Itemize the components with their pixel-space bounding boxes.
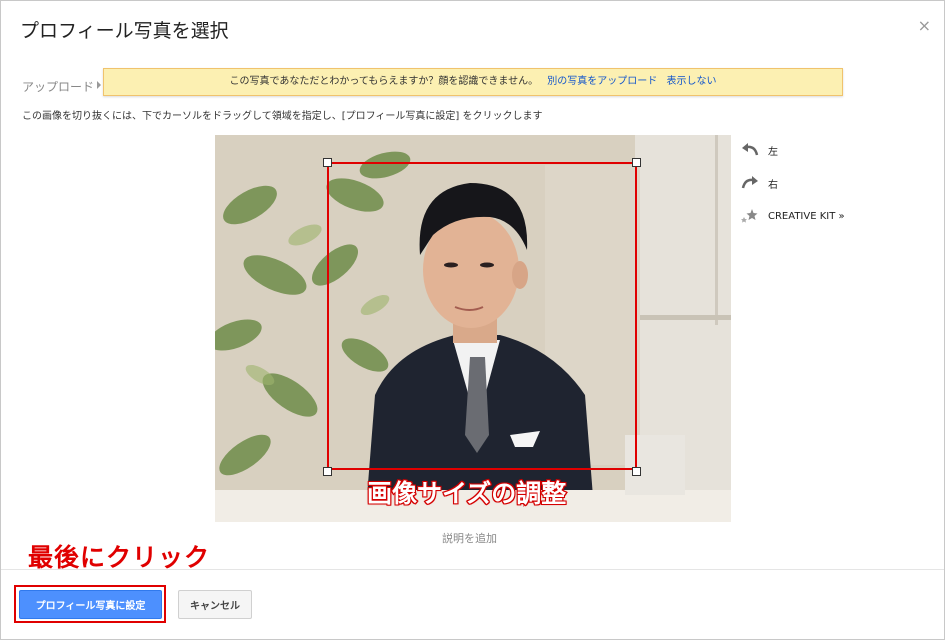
footer-divider	[1, 569, 944, 570]
crop-handle-bottom-right[interactable]	[632, 467, 641, 476]
breadcrumb-arrow-icon	[97, 81, 101, 89]
set-profile-photo-button[interactable]: プロフィール写真に設定	[19, 590, 162, 619]
close-icon[interactable]: ×	[918, 18, 931, 34]
rotate-right-label: 右	[768, 179, 778, 191]
upload-other-photo-link[interactable]: 別の写真をアップロード	[547, 76, 657, 87]
creative-kit-link[interactable]: CREATIVE KIT »	[740, 208, 845, 224]
face-notice-banner: この写真であなただとわかってもらえますか？顔を認識できません。 別の写真をアップ…	[103, 68, 843, 96]
crop-selection-box[interactable]	[327, 162, 637, 470]
breadcrumb-upload[interactable]: アップロード	[22, 78, 94, 95]
rotate-left-label: 左	[768, 146, 778, 158]
crop-handle-bottom-left[interactable]	[323, 467, 332, 476]
notice-message: この写真であなただとわかってもらえますか？顔を認識できません。	[229, 76, 539, 87]
rotate-left-button[interactable]: 左	[740, 142, 778, 158]
crop-handle-top-left[interactable]	[323, 158, 332, 167]
crop-size-annotation: 画像サイズの調整	[366, 478, 567, 509]
crop-handle-top-right[interactable]	[632, 158, 641, 167]
cancel-button[interactable]: キャンセル	[178, 590, 252, 619]
creative-kit-label: CREATIVE KIT »	[768, 210, 845, 222]
add-caption-field[interactable]: 説明を追加	[442, 530, 497, 546]
dialog-title: プロフィール写真を選択	[20, 20, 229, 42]
crop-instructions: この画像を切り抜くには、下でカーソルをドラッグして領域を指定し、[プロフィール写…	[22, 111, 543, 122]
rotate-left-icon	[740, 142, 760, 158]
sparkle-stars-icon	[740, 208, 760, 224]
rotate-right-button[interactable]: 右	[740, 175, 778, 191]
rotate-right-icon	[740, 175, 760, 191]
hide-notice-link[interactable]: 表示しない	[666, 76, 716, 87]
